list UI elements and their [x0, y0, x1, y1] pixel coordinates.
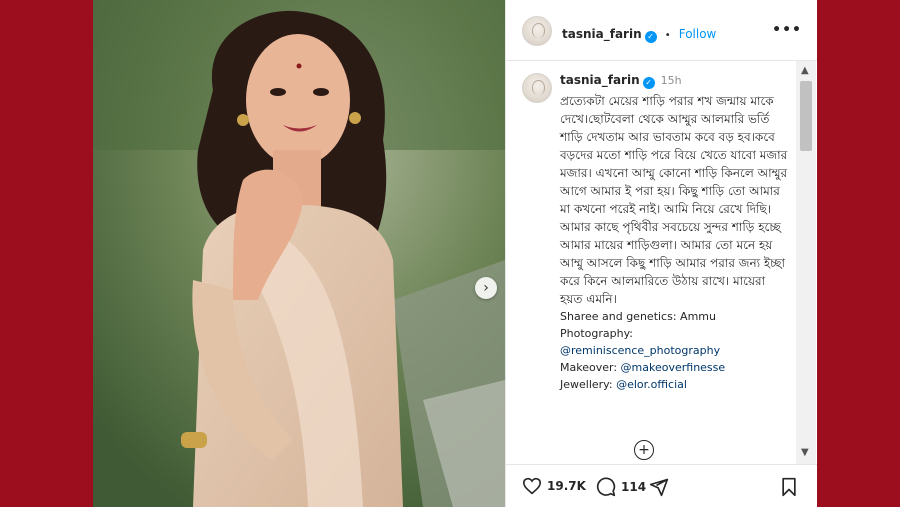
credit-photo-line: @reminiscence_photography: [560, 342, 790, 359]
caption-verified-badge-icon: ✓: [642, 77, 655, 89]
comment-icon[interactable]: [596, 477, 616, 497]
more-options-button[interactable]: •••: [772, 22, 802, 38]
credit-jewellery-line: Jewellery: @elor.official: [560, 376, 790, 393]
caption-avatar[interactable]: [522, 73, 552, 103]
follow-button[interactable]: Follow: [679, 27, 717, 41]
post-modal: › tasnia_farin ✓ • Follow ••• tasnia_fari…: [93, 0, 817, 507]
photo-illustration: [93, 0, 505, 507]
separator: •: [664, 30, 671, 41]
comment-action[interactable]: 114: [596, 477, 646, 497]
heart-icon[interactable]: [522, 477, 542, 495]
makeover-label: Makeover:: [560, 361, 618, 374]
scrollbar-thumb[interactable]: [800, 81, 812, 151]
load-more-comments-button[interactable]: +: [634, 440, 654, 460]
makeover-handle-link[interactable]: @makeoverfinesse: [621, 361, 726, 374]
jewellery-label: Jewellery:: [560, 378, 613, 391]
jewellery-handle-link[interactable]: @elor.official: [616, 378, 687, 391]
caption-scroll-area[interactable]: tasnia_farin ✓ 15h প্রত্যেকটা মেয়ের শাড়ি …: [506, 61, 798, 464]
scroll-up-arrow-icon[interactable]: ▲: [801, 65, 809, 76]
like-action[interactable]: 19.7K: [522, 477, 586, 495]
action-bar: 19.7K 114: [506, 464, 817, 507]
caption-body: প্রত্যেকটা মেয়ের শাড়ি পরার শখ জন্মায় …: [560, 94, 792, 306]
scrollbar[interactable]: ▲ ▼: [796, 61, 816, 464]
photo-handle-link[interactable]: @reminiscence_photography: [560, 344, 720, 357]
scroll-down-arrow-icon[interactable]: ▼: [801, 447, 809, 458]
credit-saree: Sharee and genetics: Ammu: [560, 310, 716, 323]
avatar[interactable]: [522, 16, 552, 46]
save-action[interactable]: [780, 477, 798, 497]
post-photo[interactable]: ›: [93, 0, 505, 507]
post-header: tasnia_farin ✓ • Follow •••: [506, 0, 817, 61]
bookmark-icon[interactable]: [780, 477, 798, 497]
verified-badge-icon: ✓: [644, 31, 657, 43]
username-link[interactable]: tasnia_farin: [562, 27, 642, 41]
send-icon[interactable]: [649, 477, 669, 497]
credit-photo-label: Photography:: [560, 327, 633, 340]
caption-username-link[interactable]: tasnia_farin: [560, 73, 640, 87]
chevron-right-icon: ›: [483, 280, 489, 296]
post-side-panel: tasnia_farin ✓ • Follow ••• tasnia_farin ✓…: [505, 0, 817, 507]
like-count[interactable]: 19.7K: [547, 479, 586, 493]
caption-user-line: tasnia_farin ✓ 15h: [560, 71, 790, 90]
caption: tasnia_farin ✓ 15h প্রত্যেকটা মেয়ের শাড়ি …: [560, 71, 790, 393]
header-user-line: tasnia_farin ✓ • Follow: [562, 23, 716, 43]
comment-count[interactable]: 114: [621, 480, 646, 494]
credit-makeover-line: Makeover: @makeoverfinesse: [560, 359, 790, 376]
carousel-next-button[interactable]: ›: [475, 277, 497, 299]
post-timestamp[interactable]: 15h: [661, 74, 682, 87]
plus-circle-icon: +: [638, 442, 650, 458]
share-action[interactable]: [649, 477, 669, 497]
